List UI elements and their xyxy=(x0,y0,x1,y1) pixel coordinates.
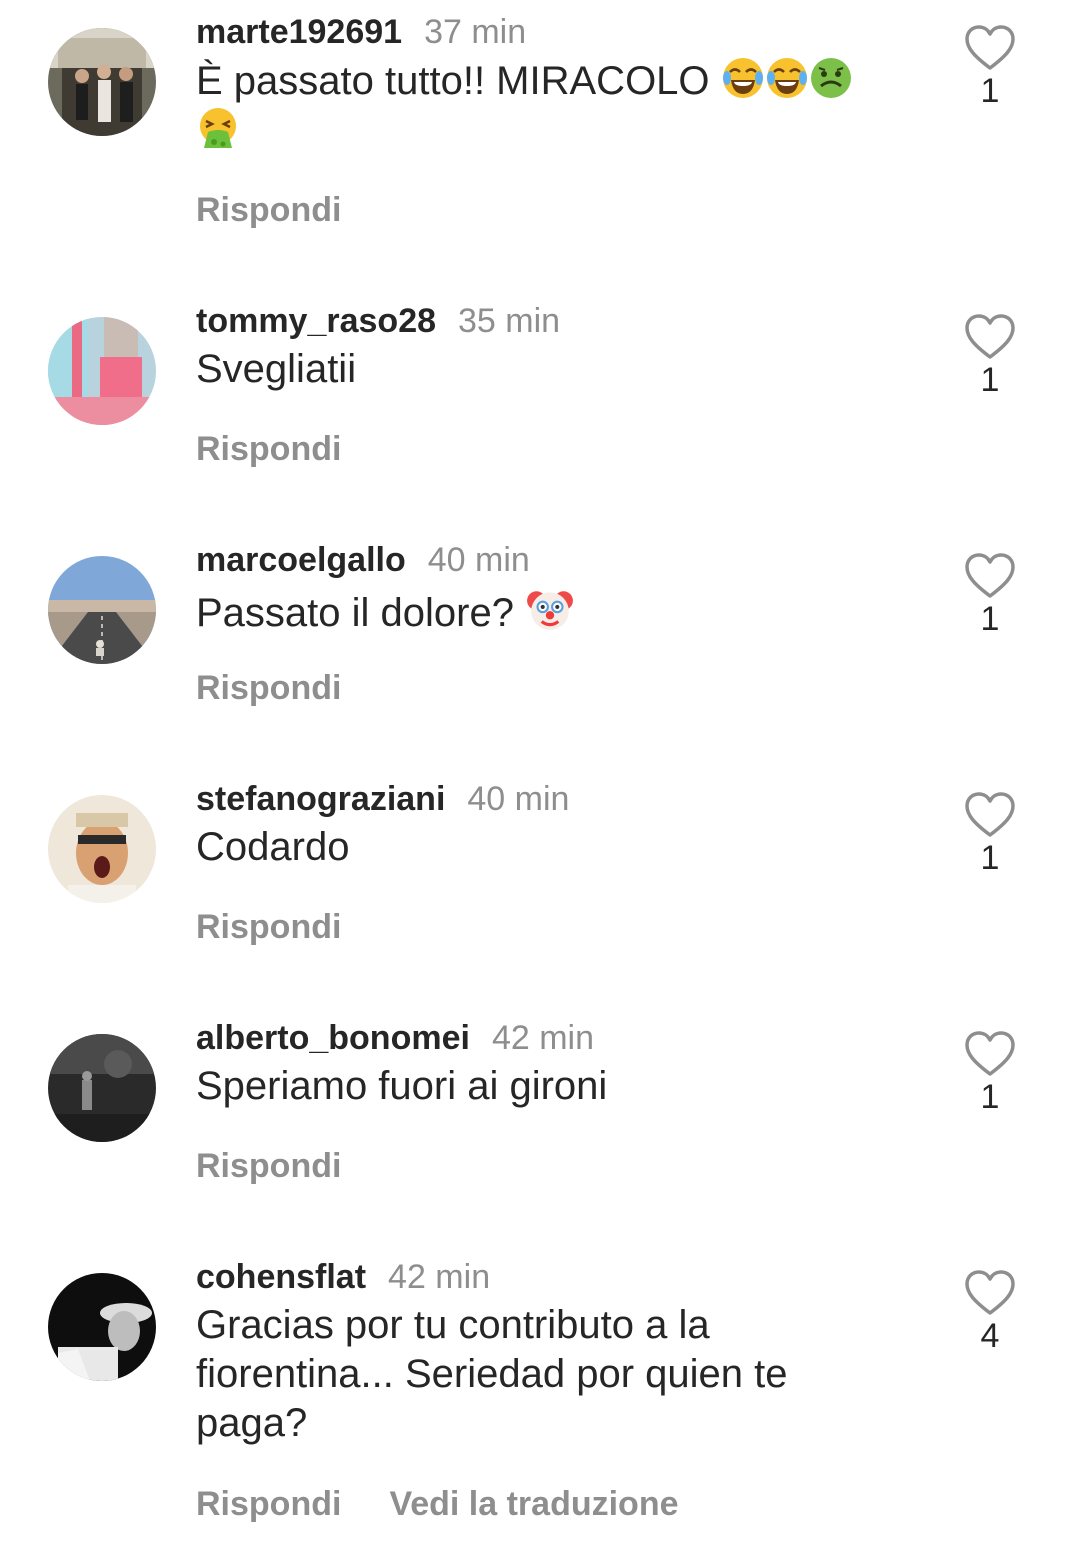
username[interactable]: tommy_raso28 xyxy=(196,302,436,341)
timestamp: 37 min xyxy=(424,12,527,51)
comment-actions: Rispondi xyxy=(196,666,389,710)
nauseated-face-icon xyxy=(810,58,851,98)
timestamp: 35 min xyxy=(458,301,561,340)
avatar[interactable] xyxy=(48,1034,156,1142)
heart-icon[interactable] xyxy=(964,791,1016,839)
clown-face-icon xyxy=(527,591,574,630)
reply-button[interactable]: Rispondi xyxy=(196,908,341,947)
avatar-photo-icon xyxy=(48,556,156,664)
comment-text-content: Speriamo fuori ai gironi xyxy=(196,1064,608,1108)
comment-text: Gracias por tu contributo a la fiorentin… xyxy=(196,1301,836,1448)
avatar[interactable] xyxy=(48,795,156,903)
comment-text: È passato tutto!! MIRACOLO xyxy=(196,56,896,156)
comment-text-content: È passato tutto!! MIRACOLO xyxy=(196,59,710,103)
comment-actions: Rispondi xyxy=(196,188,389,232)
face-vomiting-icon xyxy=(200,108,236,148)
like-count: 1 xyxy=(980,600,1000,638)
comment-text-content: Codardo xyxy=(196,825,350,869)
comment-meta: cohensflat 42 min xyxy=(196,1255,490,1299)
timestamp: 42 min xyxy=(388,1257,491,1296)
avatar[interactable] xyxy=(48,28,156,136)
username[interactable]: marcoelgallo xyxy=(196,541,406,580)
reply-button[interactable]: Rispondi xyxy=(196,1147,341,1186)
comment-meta: alberto_bonomei 42 min xyxy=(196,1016,594,1060)
reply-button[interactable]: Rispondi xyxy=(196,191,341,230)
comment-actions: Rispondi xyxy=(196,1144,389,1188)
face-with-tears-of-joy-icon xyxy=(766,58,807,98)
like-count: 1 xyxy=(980,839,1000,877)
comment-text: Svegliatii xyxy=(196,345,896,394)
comment-item: marcoelgallo 40 min Passato il dolore? R… xyxy=(0,538,1080,718)
heart-icon[interactable] xyxy=(964,552,1016,600)
comment-actions: Rispondi xyxy=(196,427,389,471)
username[interactable]: cohensflat xyxy=(196,1258,366,1297)
comment-text-content: Passato il dolore? xyxy=(196,591,514,635)
like-count: 1 xyxy=(980,361,1000,399)
username[interactable]: alberto_bonomei xyxy=(196,1019,470,1058)
heart-icon[interactable] xyxy=(964,1269,1016,1317)
avatar[interactable] xyxy=(48,317,156,425)
comment-meta: stefanograziani 40 min xyxy=(196,777,569,821)
heart-icon[interactable] xyxy=(964,1030,1016,1078)
avatar-photo-icon xyxy=(48,28,156,136)
comment-meta: marte192691 37 min xyxy=(196,10,526,54)
heart-icon[interactable] xyxy=(964,313,1016,361)
avatar-photo-icon xyxy=(48,1034,156,1142)
timestamp: 42 min xyxy=(491,1018,594,1057)
comment-item: alberto_bonomei 42 min Speriamo fuori ai… xyxy=(0,1016,1080,1196)
comment-item: cohensflat 42 min Gracias por tu contrib… xyxy=(0,1255,1080,1535)
comment-item: tommy_raso28 35 min Svegliatii Rispondi … xyxy=(0,299,1080,479)
reply-button[interactable]: Rispondi xyxy=(196,430,341,469)
timestamp: 40 min xyxy=(467,779,570,818)
comment-actions: Rispondi Vedi la traduzione xyxy=(196,1482,727,1526)
comment-text-content: Gracias por tu contributo a la fiorentin… xyxy=(196,1303,788,1445)
comment-item: marte192691 37 min È passato tutto!! MIR… xyxy=(0,10,1080,240)
username[interactable]: stefanograziani xyxy=(196,780,445,819)
timestamp: 40 min xyxy=(427,540,530,579)
like-count: 4 xyxy=(980,1317,1000,1355)
face-with-tears-of-joy-icon xyxy=(722,58,763,98)
comment-meta: tommy_raso28 35 min xyxy=(196,299,560,343)
comment-text: Speriamo fuori ai gironi xyxy=(196,1062,896,1111)
comment-text-content: Svegliatii xyxy=(196,347,357,391)
avatar[interactable] xyxy=(48,556,156,664)
comment-text: Passato il dolore? xyxy=(196,584,896,638)
avatar[interactable] xyxy=(48,1273,156,1381)
reply-button[interactable]: Rispondi xyxy=(196,1485,341,1524)
see-translation-button[interactable]: Vedi la traduzione xyxy=(389,1485,678,1524)
comment-actions: Rispondi xyxy=(196,905,389,949)
heart-icon[interactable] xyxy=(964,24,1016,72)
like-count: 1 xyxy=(980,1078,1000,1116)
avatar-photo-icon xyxy=(48,317,156,425)
comment-meta: marcoelgallo 40 min xyxy=(196,538,530,582)
like-count: 1 xyxy=(980,72,1000,110)
avatar-photo-icon xyxy=(48,795,156,903)
username[interactable]: marte192691 xyxy=(196,13,402,52)
avatar-photo-icon xyxy=(48,1273,156,1381)
reply-button[interactable]: Rispondi xyxy=(196,669,341,708)
comment-text: Codardo xyxy=(196,823,896,872)
comment-item: stefanograziani 40 min Codardo Rispondi … xyxy=(0,777,1080,957)
